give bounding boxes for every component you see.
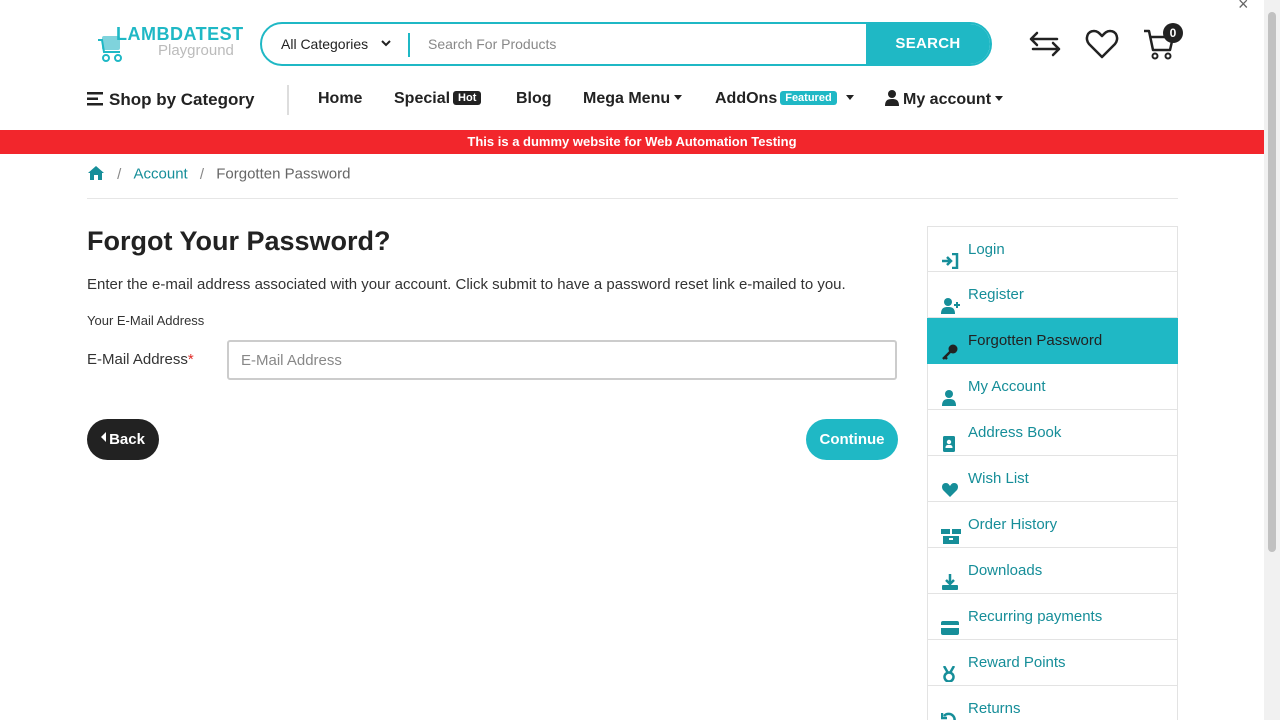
sidebar-item-register[interactable]: Register <box>927 272 1178 318</box>
caret-down-icon <box>995 96 1004 101</box>
scrollbar-thumb[interactable] <box>1268 12 1276 552</box>
credit-card-icon <box>941 609 959 635</box>
sidebar-item-label: Login <box>968 241 1005 258</box>
user-icon <box>885 90 899 106</box>
site-logo[interactable]: LAMBDATEST Playground <box>96 24 246 70</box>
intro-text: Enter the e-mail address associated with… <box>87 276 846 293</box>
category-select[interactable]: All Categories <box>262 24 410 64</box>
back-button[interactable]: Back <box>87 419 159 460</box>
user-icon <box>941 379 959 406</box>
home-icon[interactable] <box>87 166 109 183</box>
download-icon <box>941 563 959 590</box>
sidebar-item-label: Downloads <box>968 562 1043 579</box>
nav-divider <box>287 85 289 115</box>
sidebar-item-reward-points[interactable]: Reward Points <box>927 640 1178 686</box>
sidebar-item-forgotten-password[interactable]: Forgotten Password <box>927 318 1178 364</box>
sidebar-item-returns[interactable]: Returns <box>927 686 1178 720</box>
back-button-label: Back <box>109 431 145 448</box>
search-divider <box>408 33 410 57</box>
nav-home[interactable]: Home <box>318 90 362 108</box>
nav-shop-by-category-label: Shop by Category <box>109 90 255 109</box>
nav-special-label: Special <box>394 90 451 107</box>
category-select-label: All Categories <box>281 36 369 52</box>
caret-down-icon <box>845 95 854 100</box>
sidebar-item-label: My Account <box>968 378 1046 395</box>
sidebar-item-login[interactable]: Login <box>927 226 1178 272</box>
breadcrumb-divider <box>87 198 1178 199</box>
nav-special[interactable]: Special Hot <box>394 90 482 108</box>
caret-down-icon <box>674 95 683 100</box>
account-sidebar: Login Register Forgotten Password My Acc… <box>927 226 1178 720</box>
email-label-text: E-Mail Address <box>87 351 188 368</box>
email-field[interactable] <box>227 340 897 380</box>
breadcrumb-separator: / <box>199 165 205 183</box>
close-icon[interactable]: × <box>1238 0 1249 15</box>
breadcrumb-account[interactable]: Account <box>134 166 188 183</box>
breadcrumb-separator: / <box>117 165 122 183</box>
main-nav: Shop by Category Home Special Hot Blog Me… <box>0 80 1264 120</box>
fieldset-legend: Your E-Mail Address <box>87 313 205 328</box>
sidebar-item-label: Forgotten Password <box>968 332 1103 349</box>
wishlist-heart-icon[interactable] <box>1084 26 1120 62</box>
medal-icon <box>941 655 959 683</box>
sidebar-item-order-history[interactable]: Order History <box>927 502 1178 548</box>
key-icon <box>941 333 959 360</box>
sign-in-icon <box>941 242 959 270</box>
sidebar-item-label: Order History <box>968 516 1058 533</box>
undo-icon <box>940 701 959 720</box>
user-plus-icon <box>941 287 960 314</box>
sidebar-item-my-account[interactable]: My Account <box>927 364 1178 410</box>
sidebar-item-address-book[interactable]: Address Book <box>927 410 1178 456</box>
required-marker: * <box>187 351 194 368</box>
sidebar-item-wish-list[interactable]: Wish List <box>927 456 1178 502</box>
chevron-down-icon <box>381 24 391 64</box>
sidebar-item-label: Wish List <box>968 470 1029 487</box>
caret-left-icon <box>101 432 107 442</box>
logo-subtitle: Playground <box>158 42 234 59</box>
nav-my-account[interactable]: My account <box>885 90 1004 109</box>
address-book-icon <box>941 425 959 452</box>
sidebar-item-label: Address Book <box>968 424 1062 441</box>
sidebar-item-recurring-payments[interactable]: Recurring payments <box>927 594 1178 640</box>
sidebar-item-downloads[interactable]: Downloads <box>927 548 1178 594</box>
search-input[interactable] <box>412 24 866 64</box>
hot-badge: Hot <box>453 91 482 105</box>
nav-mega-menu-label: Mega Menu <box>583 90 671 107</box>
page-title: Forgot Your Password? <box>87 226 391 256</box>
breadcrumb-current: Forgotten Password <box>216 165 351 183</box>
sidebar-item-label: Register <box>968 286 1024 303</box>
cart-count-badge: 0 <box>1163 23 1183 43</box>
nav-my-account-label: My account <box>903 91 992 108</box>
site-header: LAMBDATEST Playground All Categories SEA… <box>0 0 1264 88</box>
email-label: E-Mail Address* <box>87 348 197 372</box>
sidebar-item-label: Returns <box>968 700 1021 717</box>
breadcrumb: / Account / Forgotten Password <box>87 165 350 187</box>
nav-mega-menu[interactable]: Mega Menu <box>583 90 683 108</box>
menu-bars-icon <box>87 92 103 106</box>
search-button[interactable]: SEARCH <box>866 24 990 64</box>
nav-blog[interactable]: Blog <box>516 90 552 108</box>
nav-addons-label: AddOns <box>715 90 778 107</box>
heart-icon <box>941 471 959 497</box>
boxes-icon <box>941 517 961 544</box>
continue-button[interactable]: Continue <box>806 419 898 460</box>
featured-badge: Featured <box>780 91 837 105</box>
search-bar: All Categories SEARCH <box>260 22 992 66</box>
nav-shop-by-category[interactable]: Shop by Category <box>87 90 254 110</box>
sidebar-item-label: Recurring payments <box>968 608 1103 625</box>
nav-addons[interactable]: AddOns Featured <box>715 90 854 108</box>
sidebar-item-label: Reward Points <box>968 654 1066 671</box>
notice-banner: This is a dummy website for Web Automati… <box>0 130 1264 154</box>
compare-arrows-icon[interactable] <box>1027 26 1063 62</box>
